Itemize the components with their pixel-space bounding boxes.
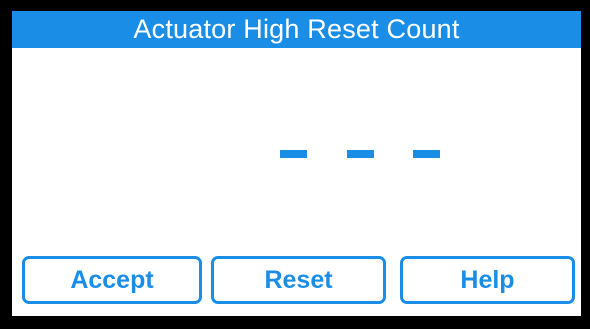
device-bezel: Actuator High Reset Count Accept Reset H… [0,0,590,329]
accept-button[interactable]: Accept [22,256,202,304]
value-dash-3 [413,150,440,158]
value-dash-1 [280,150,307,158]
reset-button[interactable]: Reset [211,256,386,304]
value-dash-2 [346,150,374,158]
page-title: Actuator High Reset Count [12,11,581,48]
display-screen: Actuator High Reset Count Accept Reset H… [12,11,581,316]
reset-count-value [280,147,440,161]
help-button[interactable]: Help [400,256,575,304]
